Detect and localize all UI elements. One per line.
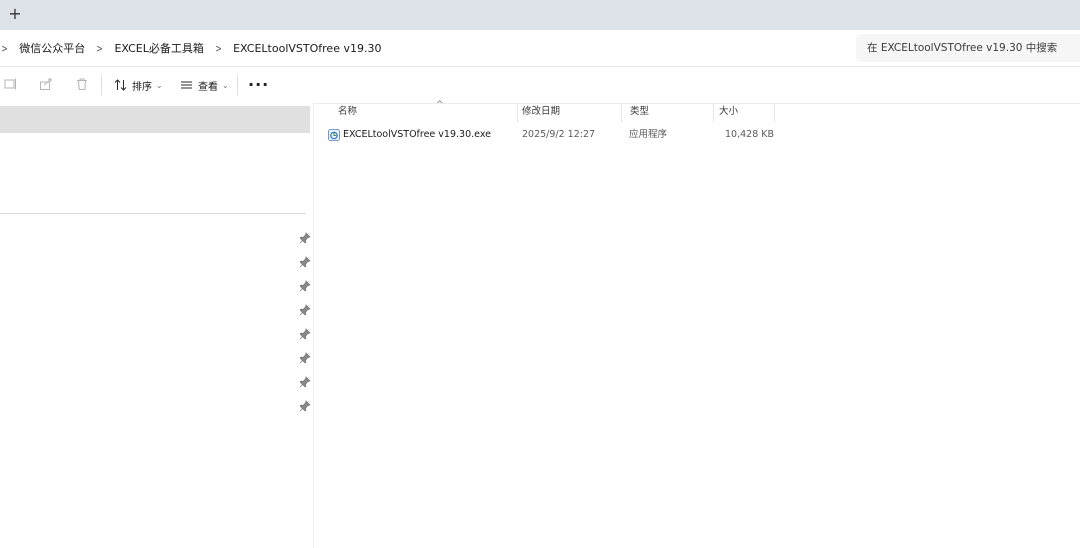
exe-icon xyxy=(328,129,340,141)
pin-icon[interactable] xyxy=(299,376,311,388)
search-input[interactable]: 在 EXCELtoolVSTOfree v19.30 中搜索 xyxy=(856,34,1080,62)
nav-item-selected[interactable] xyxy=(0,106,310,133)
sort-caret-icon: ^ xyxy=(436,100,444,110)
toolbar-divider xyxy=(237,75,238,95)
chevron-right-icon[interactable]: > xyxy=(97,42,103,55)
pin-icon[interactable] xyxy=(299,280,311,292)
chevron-right-icon[interactable]: > xyxy=(215,42,221,55)
view-label: 查看 xyxy=(198,81,218,93)
view-button[interactable]: 查看 ⌄ xyxy=(180,67,229,103)
column-header-type-label: 类型 xyxy=(630,106,650,117)
file-modified: 2025/9/2 12:27 xyxy=(522,129,596,140)
sort-button[interactable]: 排序 ⌄ xyxy=(114,67,163,103)
pin-icon[interactable] xyxy=(299,232,311,244)
breadcrumb-item-1[interactable]: 微信公众平台 xyxy=(19,40,85,56)
toolbar-divider xyxy=(101,75,102,95)
file-row[interactable]: EXCELtoolVSTOfree v19.30.exe 2025/9/2 12… xyxy=(314,125,784,145)
chevron-down-icon: ⌄ xyxy=(156,80,163,90)
sort-label: 排序 xyxy=(132,81,152,93)
command-bar: 排序 ⌄ 查看 ⌄ ··· xyxy=(0,67,1080,104)
column-header-modified-label: 修改日期 xyxy=(522,106,561,117)
column-header-size[interactable]: 大小 xyxy=(711,103,775,122)
file-list: 名称 ^ 修改日期 类型 大小 EXCELtoolVSTOfree v19.30… xyxy=(314,100,1080,548)
pin-icon[interactable] xyxy=(299,352,311,364)
tab-strip: + xyxy=(0,0,1080,30)
pin-icon[interactable] xyxy=(299,304,311,316)
more-options-button[interactable]: ··· xyxy=(248,75,269,94)
file-type: 应用程序 xyxy=(629,129,668,140)
column-header-name[interactable]: 名称 ^ xyxy=(330,100,518,122)
column-header-size-label: 大小 xyxy=(719,106,739,117)
pin-icon[interactable] xyxy=(299,400,311,412)
column-header-type[interactable]: 类型 xyxy=(622,103,714,122)
share-icon[interactable] xyxy=(39,77,53,91)
chevron-down-icon: ⌄ xyxy=(222,80,229,90)
view-icon xyxy=(181,81,192,89)
nav-divider xyxy=(0,213,306,214)
chevron-right-icon[interactable]: > xyxy=(1,42,7,55)
file-name: EXCELtoolVSTOfree v19.30.exe xyxy=(343,129,491,140)
sort-icon xyxy=(114,79,127,91)
new-tab-button[interactable]: + xyxy=(7,5,23,23)
navigation-pane xyxy=(0,103,313,548)
delete-icon[interactable] xyxy=(75,77,89,91)
rename-icon[interactable] xyxy=(4,77,18,91)
breadcrumb-item-3[interactable]: EXCELtoolVSTOfree v19.30 xyxy=(233,42,381,55)
column-header-name-label: 名称 xyxy=(338,106,358,117)
pin-icon[interactable] xyxy=(299,256,311,268)
breadcrumb[interactable]: > 微信公众平台 > EXCEL必备工具箱 > EXCELtoolVSTOfre… xyxy=(0,30,381,66)
column-header-modified[interactable]: 修改日期 xyxy=(514,103,622,122)
address-bar: > 微信公众平台 > EXCEL必备工具箱 > EXCELtoolVSTOfre… xyxy=(0,30,1080,67)
breadcrumb-item-2[interactable]: EXCEL必备工具箱 xyxy=(114,40,203,56)
file-size: 10,428 KB xyxy=(725,129,775,140)
pin-icon[interactable] xyxy=(299,328,311,340)
